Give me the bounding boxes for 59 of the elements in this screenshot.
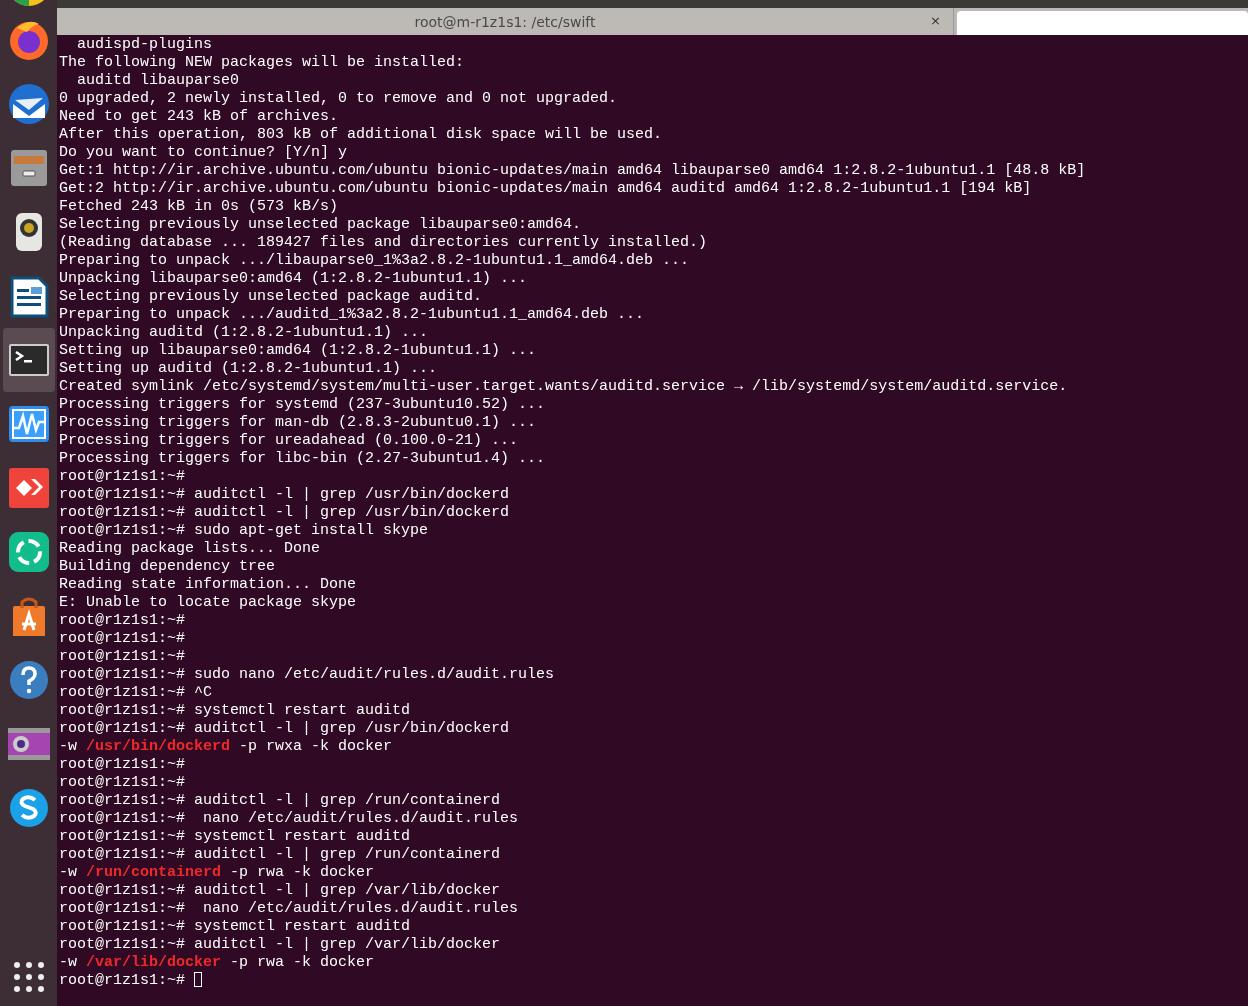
terminal-line: Created symlink /etc/systemd/system/multi-user.target.wants/auditd.service → /lib/systemd/system/auditd.service. — [59, 378, 1068, 396]
terminal-line: Selecting previously unselected package auditd. — [59, 288, 483, 306]
terminal-line: Processing triggers for systemd (237-3ubuntu10.52) ... — [59, 396, 546, 414]
terminal-line: Fetched 243 kB in 0s (573 kB/s) — [59, 198, 339, 216]
terminal-line: Unpacking libauparse0:amd64 (1:2.8.2-1ubuntu1.1) ... — [59, 270, 528, 288]
terminal-line: (Reading database ... 189427 files and directories currently installed.) — [59, 234, 708, 252]
terminal-line: -w /usr/bin/dockerd -p rwxa -k docker — [59, 738, 393, 756]
terminal-line: Setting up auditd (1:2.8.2-1ubuntu1.1) ... — [59, 360, 438, 378]
terminal-line: root@r1z1s1:~# — [59, 630, 186, 648]
terminal-line: root@r1z1s1:~# auditctl -l | grep /usr/bin/dockerd — [59, 504, 510, 522]
terminal-line: After this operation, 803 kB of additional disk space will be used. — [59, 126, 663, 144]
terminal-line: Get:1 http://ir.archive.ubuntu.com/ubuntu bionic-updates/main amd64 libauparse0 amd64 1:2.8.2-1ubuntu1.1 [48.8 kB] — [59, 162, 1086, 180]
terminal-line: root@r1z1s1:~# — [59, 612, 186, 630]
terminal-line: root@r1z1s1:~# systemctl restart auditd — [59, 918, 411, 936]
terminal-line: Setting up libauparse0:amd64 (1:2.8.2-1ubuntu1.1) ... — [59, 342, 537, 360]
terminal-line: root@r1z1s1:~# — [59, 756, 186, 774]
terminal-line: Processing triggers for man-db (2.8.3-2ubuntu0.1) ... — [59, 414, 537, 432]
terminal-line: The following NEW packages will be installed: — [59, 54, 465, 72]
tab-title: root@m-r1z1s1: /etc/swift — [414, 13, 596, 30]
terminal-line: Reading state information... Done — [59, 576, 357, 594]
terminal-line: root@r1z1s1:~# systemctl restart auditd — [59, 828, 411, 846]
terminal-line: E: Unable to locate package skype — [59, 594, 357, 612]
terminal-line: root@r1z1s1:~# — [59, 648, 186, 666]
mail-bird-icon[interactable] — [6, 82, 51, 126]
terminal-line: root@r1z1s1:~# auditctl -l | grep /var/lib/docker — [59, 936, 501, 954]
terminal-line: root@r1z1s1:~# auditctl -l | grep /var/lib/docker — [59, 882, 501, 900]
close-tab-button[interactable]: × — [930, 13, 941, 28]
terminal-line: Get:2 http://ir.archive.ubuntu.com/ubuntu bionic-updates/main amd64 auditd amd64 1:2.8.2-1ubuntu1.1 [194 kB] — [59, 180, 1032, 198]
terminal-line: root@r1z1s1:~# auditctl -l | grep /run/containerd — [59, 792, 501, 810]
terminal-line: root@r1z1s1:~# nano /etc/audit/rules.d/audit.rules — [59, 900, 519, 918]
terminal-line: root@r1z1s1:~# auditctl -l | grep /usr/bin/dockerd — [59, 486, 510, 504]
terminal-line: root@r1z1s1:~# auditctl -l | grep /usr/bin/dockerd — [59, 720, 510, 738]
terminal-line: Need to get 243 kB of archives. — [59, 108, 339, 126]
terminal-line: auditd libauparse0 — [76, 72, 240, 90]
terminal-line: 0 upgraded, 2 newly installed, 0 to remove and 0 not upgraded. — [59, 90, 618, 108]
terminal-line: Processing triggers for ureadahead (0.100.0-21) ... — [59, 432, 519, 450]
terminal-line: Unpacking auditd (1:2.8.2-1ubuntu1.1) ... — [59, 324, 429, 342]
terminal-line: root@r1z1s1:~# sudo nano /etc/audit/rules.d/audit.rules — [59, 666, 555, 684]
terminal-line: root@r1z1s1:~# ^C — [59, 684, 213, 702]
terminal-line: Do you want to continue? [Y/n] y — [59, 144, 348, 162]
terminal-line: Reading package lists... Done — [59, 540, 321, 558]
terminal-line: Building dependency tree — [59, 558, 276, 576]
terminal-line: root@r1z1s1:~# — [59, 972, 203, 990]
terminal-line: Preparing to unpack .../libauparse0_1%3a2.8.2-1ubuntu1.1_amd64.deb ... — [59, 252, 690, 270]
terminal-line: Selecting previously unselected package libauparse0:amd64. — [59, 216, 582, 234]
terminal-line: root@r1z1s1:~# sudo apt-get install skype — [59, 522, 429, 540]
ring-icon[interactable] — [6, 530, 51, 574]
terminal-line: root@r1z1s1:~# nano /etc/audit/rules.d/audit.rules — [59, 810, 519, 828]
terminal-line: -w /run/containerd -p rwa -k docker — [59, 864, 375, 882]
terminal-line: root@r1z1s1:~# — [59, 774, 186, 792]
apps-grid-icon[interactable] — [13, 962, 44, 992]
terminal-line: Preparing to unpack .../auditd_1%3a2.8.2-1ubuntu1.1_amd64.deb ... — [59, 306, 645, 324]
terminal-line: -w /var/lib/docker -p rwa -k docker — [59, 954, 375, 972]
terminal-line: Processing triggers for libc-bin (2.27-3ubuntu1.4) ... — [59, 450, 546, 468]
terminal-line: audispd-plugins — [76, 36, 213, 54]
active-dock-item[interactable] — [2, 328, 55, 392]
terminal-line: root@r1z1s1:~# systemctl restart auditd — [59, 702, 411, 720]
terminal-line: root@r1z1s1:~# auditctl -l | grep /run/containerd — [59, 846, 501, 864]
terminal-line: root@r1z1s1:~# — [59, 468, 186, 486]
